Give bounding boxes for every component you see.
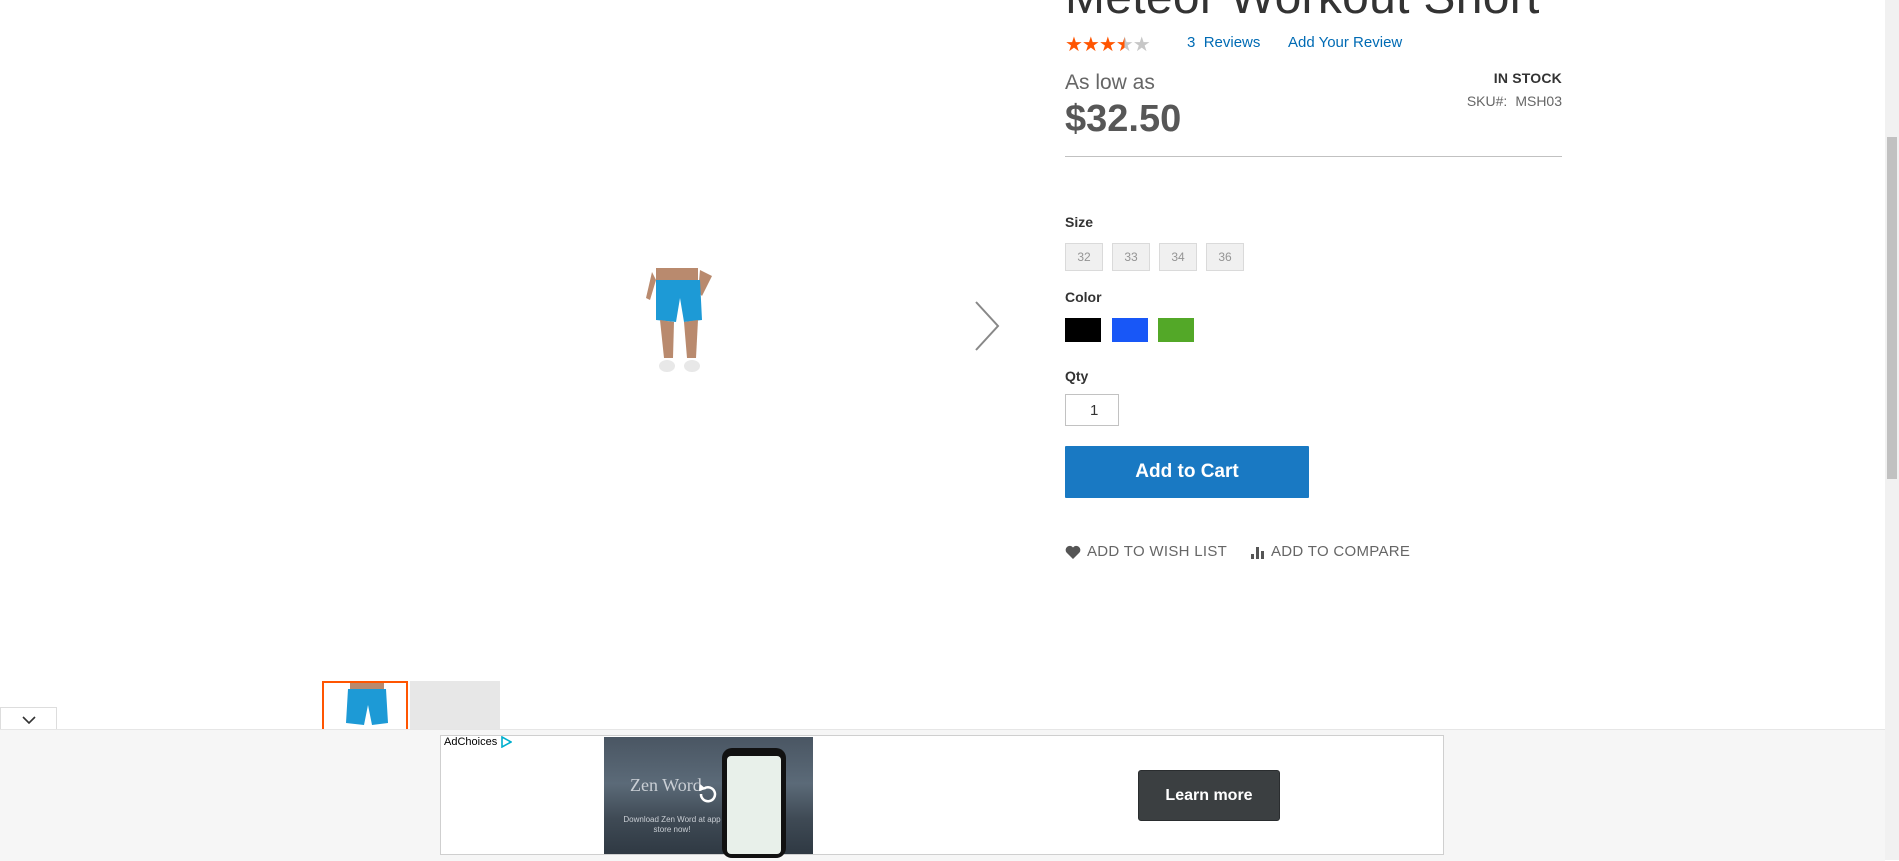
thumbnail[interactable] — [410, 681, 500, 731]
ad-tagline: Download Zen Word at app store now! — [623, 815, 721, 834]
heart-icon — [1065, 545, 1081, 559]
color-swatch-blue[interactable] — [1112, 318, 1148, 342]
size-option-33[interactable]: 33 — [1112, 243, 1150, 271]
add-to-compare-link[interactable]: ADD TO COMPARE — [1251, 543, 1410, 560]
ad-brand: Zen Word — [630, 775, 702, 795]
adchoices-link[interactable]: AdChoices — [444, 736, 513, 748]
compare-label: ADD TO COMPARE — [1271, 543, 1411, 560]
ad-phone-screen — [727, 756, 781, 854]
chevron-down-icon — [21, 715, 36, 724]
adchoices-label: AdChoices — [444, 736, 498, 748]
chevron-right-icon[interactable] — [972, 300, 1002, 352]
reviews-link[interactable]: 3 Reviews — [1187, 34, 1260, 51]
reviews-count: 3 — [1187, 34, 1196, 51]
product-title: Meteor Workout Short — [1065, 0, 1540, 25]
size-option-32[interactable]: 32 — [1065, 243, 1103, 271]
thumbnail-active[interactable] — [322, 681, 408, 731]
color-swatch-green[interactable] — [1158, 318, 1194, 342]
product-image[interactable] — [640, 268, 720, 380]
ad-collapse-button[interactable] — [0, 707, 57, 731]
add-to-wishlist-link[interactable]: ADD TO WISH LIST — [1065, 543, 1227, 560]
sku-label: SKU#: — [1466, 93, 1508, 109]
add-to-cart-button[interactable]: Add to Cart — [1065, 446, 1309, 498]
sku: SKU#: MSH03 — [1467, 93, 1562, 109]
sku-value: MSH03 — [1515, 93, 1562, 109]
rating-stars: ★★★★★ — [1065, 34, 1151, 56]
color-label: Color — [1065, 289, 1102, 305]
price: $32.50 — [1065, 98, 1182, 140]
adchoices-icon — [501, 736, 513, 748]
ad-banner[interactable] — [440, 735, 1444, 855]
replay-icon[interactable] — [694, 780, 722, 808]
learn-more-button[interactable]: Learn more — [1138, 770, 1280, 821]
qty-input[interactable] — [1065, 394, 1119, 426]
add-review-link[interactable]: Add Your Review — [1288, 34, 1402, 51]
color-swatch-black[interactable] — [1065, 318, 1101, 342]
price-label: As low as — [1065, 71, 1155, 94]
reviews-label: Reviews — [1203, 34, 1261, 51]
size-option-36[interactable]: 36 — [1206, 243, 1244, 271]
compare-icon — [1251, 546, 1264, 559]
stock-status: IN STOCK — [1493, 70, 1562, 86]
size-label: Size — [1065, 214, 1094, 230]
scrollbar-thumb[interactable] — [1887, 137, 1897, 479]
size-option-34[interactable]: 34 — [1159, 243, 1197, 271]
divider — [1065, 156, 1562, 157]
wishlist-label: ADD TO WISH LIST — [1087, 543, 1228, 560]
qty-label: Qty — [1065, 368, 1089, 384]
